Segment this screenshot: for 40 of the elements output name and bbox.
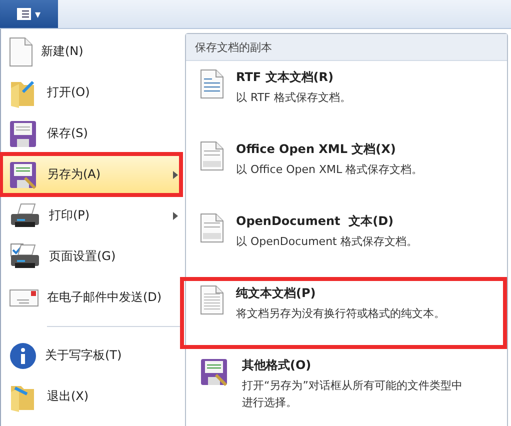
menu-item[interactable]: 页面设置(G) — [1, 236, 181, 277]
printer-check-icon — [9, 242, 41, 270]
save-format-item[interactable]: OpenDocument 文本(D) 以 OpenDocument 格式保存文档。 — [186, 205, 507, 277]
format-title: OpenDocument 文本(D) — [236, 213, 395, 230]
format-title: 纯文本文档(P) — [236, 285, 317, 302]
docx-document-icon — [200, 141, 224, 171]
format-description: 将文档另存为没有换行符或格式的纯文本。 — [236, 306, 445, 322]
format-description: 以 Office Open XML 格式保存文档。 — [236, 162, 423, 178]
menu-item[interactable]: 关于写字板(T) — [1, 335, 181, 376]
format-description: 打开“另存为”对话框从所有可能的文件类型中进行选择。 — [242, 378, 464, 410]
submenu-arrow-icon — [173, 212, 178, 220]
menu-item[interactable]: 在电子邮件中发送(D) — [1, 277, 181, 318]
info-icon — [9, 342, 37, 370]
save-format-item[interactable]: RTF 文本文档(R) 以 RTF 格式保存文档。 — [186, 61, 507, 133]
rich-text-document-icon — [200, 69, 224, 99]
menu-item[interactable]: 退出(X) — [1, 376, 181, 417]
format-title: Office Open XML 文档(X) — [236, 141, 397, 158]
save-format-item[interactable]: 其他格式(O) 打开“另存为”对话框从所有可能的文件类型中进行选择。 — [186, 349, 507, 426]
format-description: 以 RTF 格式保存文档。 — [236, 90, 351, 106]
menu-item[interactable]: 保存(S) — [1, 113, 181, 154]
envelope-icon — [9, 288, 39, 308]
save-format-item[interactable]: 纯文本文档(P) 将文档另存为没有换行符或格式的纯文本。 — [186, 277, 507, 349]
menu-item[interactable]: 新建(N) — [1, 31, 181, 72]
format-title: 其他格式(O) — [242, 357, 312, 374]
submenu-title: 保存文档的副本 — [186, 34, 507, 61]
format-title: RTF 文本文档(R) — [236, 69, 334, 86]
submenu-arrow-icon — [173, 170, 178, 178]
menu-icon — [17, 8, 31, 20]
application-menu-button[interactable]: ▾ — [0, 0, 58, 28]
save-format-item[interactable]: Office Open XML 文档(X) 以 Office Open XML 格式保存文档。 — [186, 133, 507, 205]
menu-item[interactable]: 另存为(A) — [1, 154, 181, 195]
menu-item[interactable]: 打印(P) — [1, 195, 181, 236]
floppy-pencil-icon — [9, 160, 39, 190]
format-description: 以 OpenDocument 格式保存文档。 — [236, 234, 418, 250]
blank-page-icon — [9, 36, 33, 66]
odt-document-icon — [200, 213, 224, 243]
menu-item[interactable]: 打开(O) — [1, 72, 181, 113]
text-document-icon — [200, 285, 224, 315]
floppy-pencil-icon — [200, 357, 230, 387]
printer-icon — [9, 202, 41, 230]
